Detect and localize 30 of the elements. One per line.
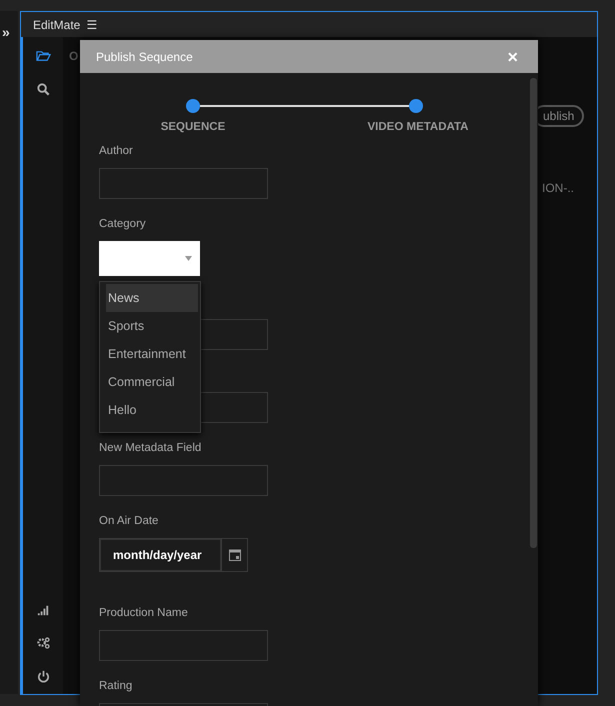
dropdown-option[interactable]: Sports — [106, 312, 198, 340]
step-label: VIDEO METADATA — [366, 121, 470, 133]
text-field[interactable] — [99, 465, 268, 496]
text-field[interactable] — [99, 630, 268, 661]
expand-icon[interactable]: » — [2, 25, 10, 39]
app-title: EditMate — [33, 18, 80, 32]
field-label: Author — [99, 144, 134, 158]
field-label: On Air Date — [99, 514, 160, 528]
dialog-title: Publish Sequence — [96, 50, 193, 64]
dropdown-option[interactable]: Hello — [106, 396, 198, 424]
field-label: Production Name — [99, 606, 189, 620]
scrollbar-thumb[interactable] — [530, 78, 537, 548]
dropdown-option[interactable]: Commercial — [106, 368, 198, 396]
power-icon[interactable] — [36, 669, 50, 684]
gears-icon[interactable] — [36, 636, 50, 651]
step-label: SEQUENCE — [160, 121, 226, 133]
date-field[interactable]: month/day/year — [100, 539, 221, 571]
calendar-icon — [228, 549, 240, 561]
dropdown-option[interactable]: Entertainment — [106, 340, 198, 368]
field-label: Rating — [99, 679, 134, 693]
list-item-text: ION-.. — [542, 181, 574, 195]
caret-icon — [185, 256, 192, 261]
field-label: New Metadata Field — [99, 441, 202, 455]
signal-icon[interactable] — [36, 603, 50, 618]
dropdown-option[interactable]: News — [106, 284, 198, 312]
search-icon[interactable] — [36, 82, 50, 97]
folder-icon[interactable] — [36, 49, 50, 64]
field-label: Category — [99, 217, 147, 231]
menu-icon[interactable]: ☰ — [86, 18, 98, 32]
text-field[interactable] — [99, 168, 268, 199]
